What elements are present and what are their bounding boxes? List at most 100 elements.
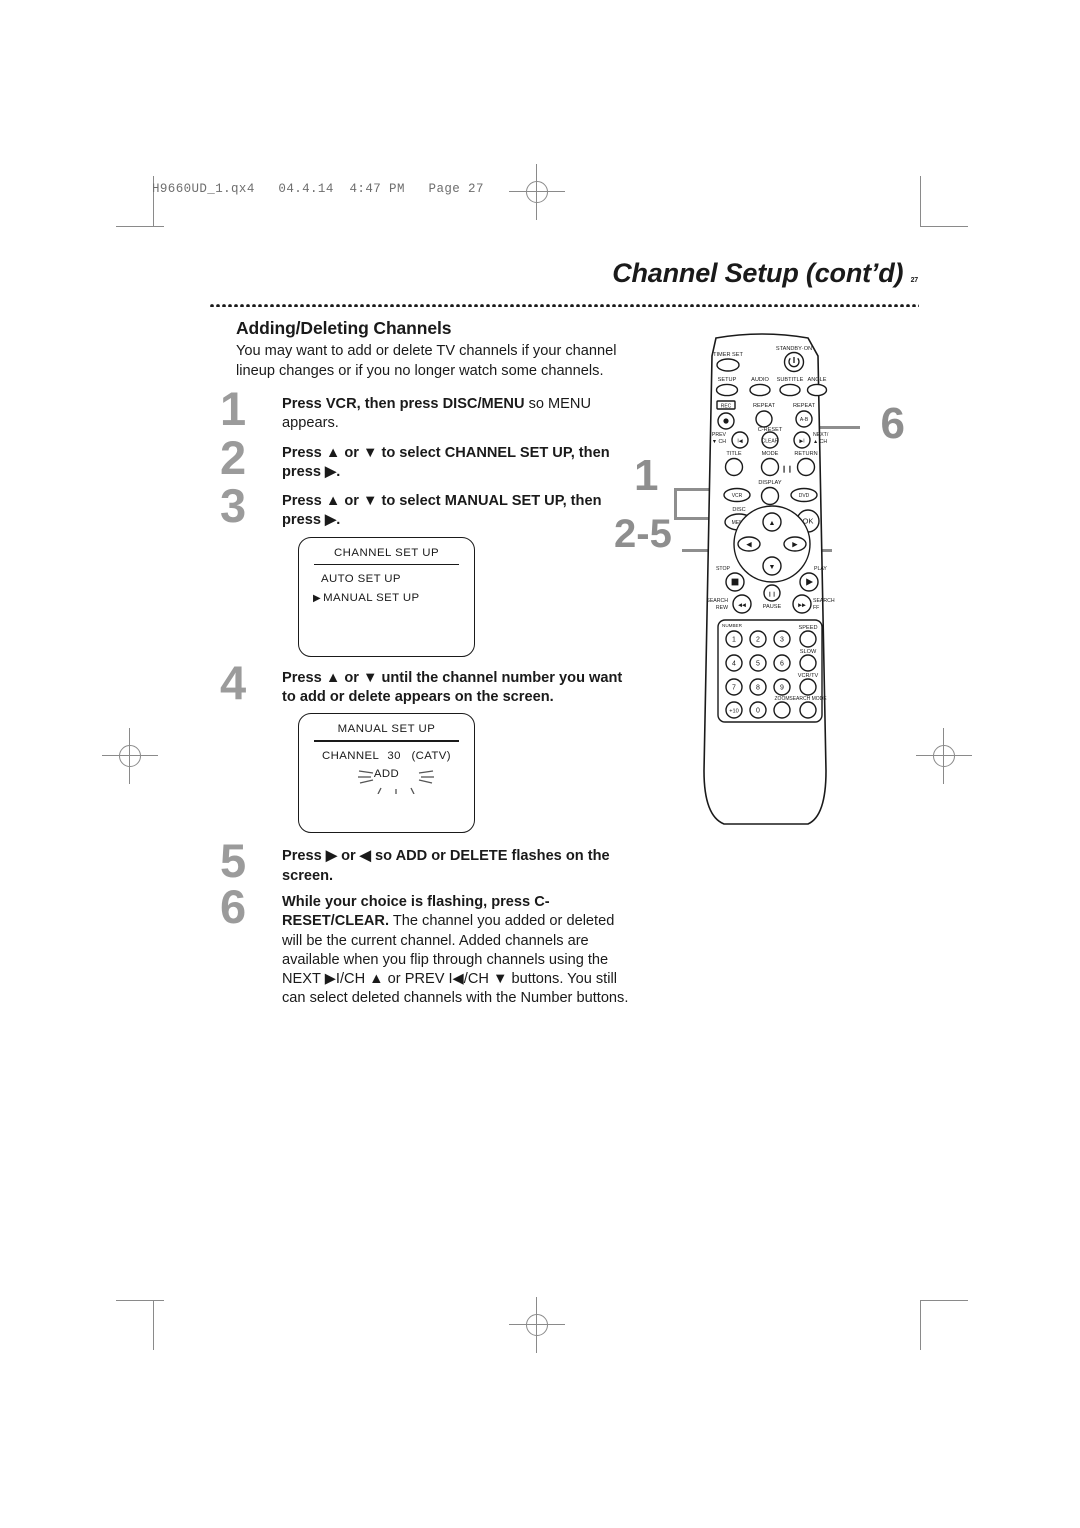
svg-text:PAUSE: PAUSE (763, 604, 782, 610)
svg-text:A-B: A-B (800, 417, 809, 423)
osd-manual-setup: MANUAL SET UP CHANNEL 30 (CATV) ADD (298, 713, 475, 834)
svg-text:STANDBY·ON: STANDBY·ON (776, 346, 812, 352)
step-number: 4 (220, 655, 247, 709)
svg-text:VCR: VCR (732, 493, 743, 499)
osd-channel-row: CHANNEL 30 (CATV) (299, 750, 474, 762)
step-number: 2 (220, 430, 247, 484)
trim-mark-bottom-left-v (153, 1300, 154, 1350)
trim-mark-bottom-right-v (920, 1300, 921, 1350)
svg-text:NEXT/: NEXT/ (813, 432, 829, 438)
svg-text:VCR/TV: VCR/TV (798, 673, 819, 679)
osd-title: MANUAL SET UP (337, 723, 436, 736)
svg-text:❙❙: ❙❙ (768, 591, 776, 597)
svg-text:6: 6 (780, 661, 784, 668)
step-text: Press ▲ or ▼ to select CHANNEL SET UP, t… (282, 444, 610, 480)
section-heading: Adding/Deleting Channels (236, 318, 452, 338)
svg-text:▲ CH: ▲ CH (813, 439, 827, 445)
svg-text:I◀: I◀ (737, 438, 742, 444)
remote-control-illustration: 6 1 2-5 .bd{fill:#fff;stroke:#1a1a1a;str… (612, 316, 912, 866)
registration-mark-right (916, 728, 972, 784)
step-3: 3 Press ▲ or ▼ to select MANUAL SET UP, … (220, 482, 632, 657)
svg-text:SEARCH MODE: SEARCH MODE (789, 696, 827, 702)
svg-text:ZOOM: ZOOM (775, 696, 790, 702)
step-6: 6 While your choice is flashing, press C… (220, 883, 632, 1009)
osd-item-auto-set-up: AUTO SET UP (321, 572, 401, 585)
step-number: 5 (220, 834, 247, 888)
osd-channel-setup: CHANNEL SET UP AUTO SET UP ▶ MANUAL SET U… (298, 536, 475, 657)
svg-text:SUBTITLE: SUBTITLE (777, 377, 804, 383)
svg-text:❙❙: ❙❙ (781, 465, 793, 473)
svg-text:REPEAT: REPEAT (753, 403, 776, 409)
svg-text:3: 3 (780, 637, 784, 644)
svg-text:REPEAT: REPEAT (793, 403, 816, 409)
step-text: Press ▶ or ◀ so ADD or DELETE flashes on… (282, 848, 610, 884)
svg-text:ANGLE: ANGLE (808, 377, 827, 383)
svg-text:REW: REW (716, 605, 728, 611)
svg-text:PREV: PREV (712, 432, 727, 438)
svg-text:SEARCH: SEARCH (706, 598, 728, 604)
print-slug: H9660UD_1.qx4 04.4.14 4:47 PM Page 27 (152, 182, 484, 196)
svg-text:MODE: MODE (762, 451, 779, 457)
trim-mark-top-right-h (920, 226, 968, 227)
step-number: 3 (220, 479, 247, 533)
svg-text:CLEAR: CLEAR (762, 438, 779, 444)
svg-text:1: 1 (732, 637, 736, 644)
step-1: 1 Press VCR, then press DISC/MENU so MEN… (220, 385, 632, 434)
trim-mark-bottom-right-h (920, 1300, 968, 1301)
osd-divider (314, 563, 459, 566)
svg-text:TIMER SET: TIMER SET (713, 352, 743, 358)
page-title: Channel Setup (cont’d) 27 (612, 258, 918, 289)
osd-channel-number: 30 (387, 750, 401, 763)
svg-text:FF: FF (813, 605, 819, 611)
svg-text:8: 8 (756, 685, 760, 692)
osd-title: CHANNEL SET UP (333, 546, 440, 559)
osd-divider (314, 740, 459, 742)
step-text: Press ▲ or ▼ to select MANUAL SET UP, th… (282, 493, 602, 529)
trim-mark-top-right-v (920, 176, 921, 226)
svg-text:+10: +10 (729, 709, 739, 715)
svg-text:STOP: STOP (716, 566, 731, 572)
title-dotted-rule (209, 303, 919, 307)
osd-cursor-icon: ▶ (313, 592, 322, 604)
page-title-text: Channel Setup (cont’d) (612, 258, 904, 288)
svg-text:RETURN: RETURN (794, 451, 817, 457)
osd-flashing-value: ADD (357, 768, 434, 795)
svg-text:SPEED: SPEED (799, 625, 818, 631)
svg-text:▲: ▲ (769, 520, 776, 527)
svg-text:5: 5 (756, 661, 760, 668)
step-text: While your choice is flashing, press C-R… (282, 893, 629, 1007)
svg-text:▼: ▼ (769, 564, 776, 571)
svg-text:TITLE: TITLE (726, 451, 741, 457)
osd-flash-row: ADD (299, 764, 474, 795)
svg-text:REC: REC (721, 403, 732, 409)
step-text: Press VCR, then press DISC/MENU so MENU … (282, 396, 591, 432)
svg-text:▶▶: ▶▶ (798, 602, 806, 608)
svg-text:▶: ▶ (792, 542, 798, 549)
svg-text:9: 9 (780, 685, 784, 692)
svg-text:PLAY: PLAY (814, 566, 827, 572)
step-list: 1 Press VCR, then press DISC/MENU so MEN… (220, 385, 632, 1009)
svg-text:AUDIO: AUDIO (751, 377, 769, 383)
registration-mark-top (509, 164, 565, 220)
osd-band-label: (CATV) (411, 750, 451, 763)
step-number: 6 (220, 879, 247, 933)
step-4: 4 Press ▲ or ▼ until the channel number … (220, 659, 632, 834)
svg-text:SETUP: SETUP (718, 377, 737, 383)
step-text: Press ▲ or ▼ until the channel number yo… (282, 669, 623, 706)
registration-mark-left (102, 728, 158, 784)
svg-text:2: 2 (756, 637, 760, 644)
osd-channel-label: CHANNEL (322, 750, 379, 763)
section-intro: You may want to add or delete TV channel… (236, 343, 617, 379)
svg-text:◀◀: ◀◀ (738, 602, 746, 608)
svg-text:◀: ◀ (746, 542, 752, 549)
svg-text:SLOW: SLOW (800, 649, 817, 655)
svg-text:DVD: DVD (799, 493, 810, 499)
step-number: 1 (220, 382, 247, 435)
svg-text:▼ CH: ▼ CH (712, 439, 726, 445)
osd-item-manual-set-up: ▶ MANUAL SET UP (313, 592, 419, 604)
svg-text:NUMBER: NUMBER (722, 623, 743, 628)
remote-svg: .bd{fill:#fff;stroke:#1a1a1a;stroke-widt… (703, 333, 835, 825)
trim-mark-bottom-left-h (116, 1300, 164, 1301)
osd-item-label: MANUAL SET UP (323, 591, 420, 604)
svg-text:DISPLAY: DISPLAY (758, 480, 781, 486)
